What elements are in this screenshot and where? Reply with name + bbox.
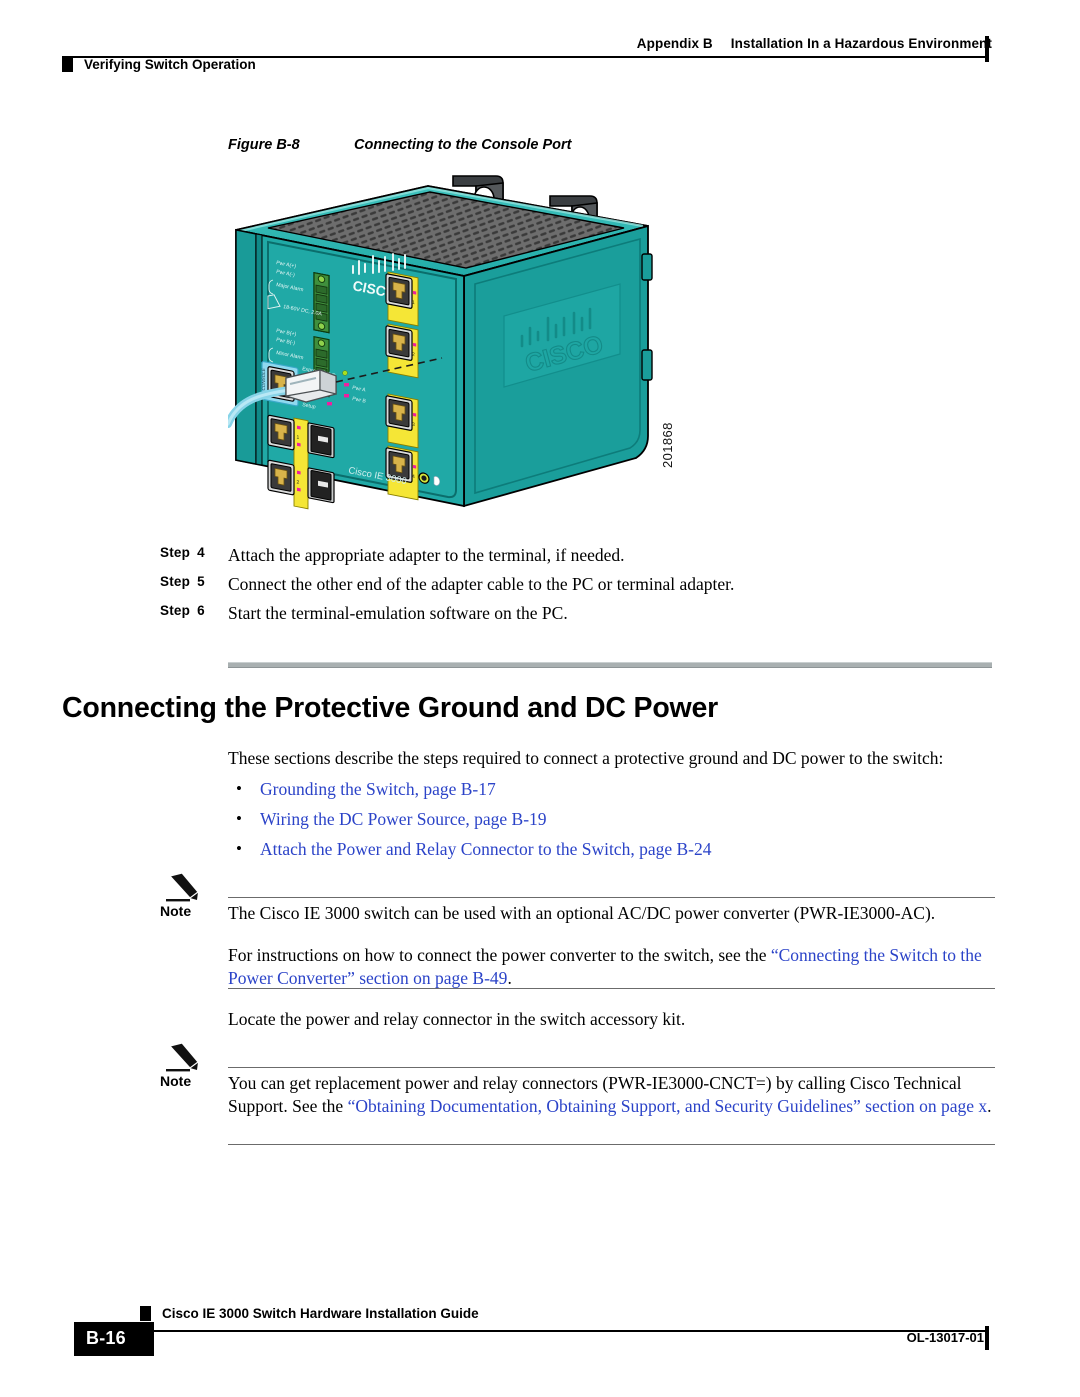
cross-reference-link-1-label[interactable]: Grounding the Switch, page B-17 (260, 779, 994, 800)
header-appendix-label: Appendix B (636, 36, 713, 51)
section-divider-rule (228, 662, 992, 668)
footer-guide-title: Cisco IE 3000 Switch Hardware Installati… (162, 1306, 479, 1321)
svg-text:2: 2 (412, 352, 415, 359)
cross-reference-link-1[interactable]: • Grounding the Switch, page B-17 (228, 779, 994, 800)
header-appendix-title: Installation In a Hazardous Environment (730, 36, 992, 51)
note-1-p2-pre: For instructions on how to connect the p… (228, 945, 771, 965)
step-4-label: Step 4 (160, 545, 205, 560)
power-terminal-block-a (313, 272, 330, 334)
note-1-top-rule (228, 897, 995, 898)
figure-artwork-console-port: CISCO Pwr A(+) Pwr A(-) Major Alarm 18-6… (224, 168, 992, 530)
note-2-top-rule (228, 1067, 995, 1068)
step-5-text: Connect the other end of the adapter cab… (228, 574, 735, 594)
svg-text:1: 1 (297, 435, 300, 442)
figure-title: Connecting to the Console Port (354, 137, 572, 153)
note-2-label: Note (160, 1073, 192, 1089)
cross-reference-link-3-label[interactable]: Attach the Power and Relay Connector to … (260, 839, 994, 860)
note-1-bottom-rule (228, 988, 995, 989)
header-endcap-mark (985, 36, 989, 62)
step-6-label: Step 6 (160, 603, 205, 618)
svg-text:1: 1 (412, 300, 415, 307)
note-pencil-icon (166, 872, 199, 902)
cross-reference-link-2-label[interactable]: Wiring the DC Power Source, page B-19 (260, 809, 994, 830)
step-6-text: Start the terminal-emulation software on… (228, 603, 568, 623)
header-appendix-line: Appendix B Installation In a Hazardous En… (637, 36, 992, 51)
svg-text:2: 2 (297, 480, 300, 487)
accessory-kit-paragraph: Locate the power and relay connector in … (228, 1009, 686, 1029)
bullet-dot-icon: • (236, 779, 242, 798)
note-2-bottom-rule (228, 1144, 995, 1145)
page-footer (0, 1290, 1080, 1360)
header-running-head: Verifying Switch Operation (84, 57, 256, 72)
note-block-2: Note You can get replacement power and r… (160, 1042, 995, 1146)
step-4-text: Attach the appropriate adapter to the te… (228, 545, 625, 565)
step-row-5: Step 5 Connect the other end of the adapt… (160, 573, 1000, 596)
figure-caption: Figure B-8 Connecting to the Console Port (228, 137, 572, 153)
footer-rule (140, 1330, 987, 1332)
note-pencil-icon (166, 1042, 199, 1072)
footer-doc-id: OL-13017-01 (906, 1330, 984, 1345)
step-row-6: Step 6 Start the terminal-emulation softw… (160, 602, 1000, 625)
svg-text:3: 3 (412, 422, 415, 429)
bullet-dot-icon: • (236, 809, 242, 828)
page-header: Appendix B Installation In a Hazardous En… (0, 0, 1080, 90)
svg-text:4: 4 (412, 474, 415, 481)
bullet-dot-icon: • (236, 839, 242, 858)
step-5-label: Step 5 (160, 574, 205, 589)
figure-number: Figure B-8 (228, 137, 300, 153)
svg-text:CONSOLE: CONSOLE (261, 368, 266, 391)
note-1-paragraph-2: For instructions on how to connect the p… (228, 944, 994, 991)
section-intro-paragraph: These sections describe the steps requir… (228, 748, 944, 768)
header-bullet-square (62, 57, 73, 72)
cross-reference-link-2[interactable]: • Wiring the DC Power Source, page B-19 (228, 809, 994, 830)
step-row-4: Step 4 Attach the appropriate adapter to … (160, 544, 1000, 567)
switch-illustration-svg: CISCO Pwr A(+) Pwr A(-) Major Alarm 18-6… (224, 175, 675, 510)
note-2-link[interactable]: “Obtaining Documentation, Obtaining Supp… (348, 1096, 988, 1116)
footer-endcap-mark (985, 1326, 989, 1350)
note-2-paragraph: You can get replacement power and relay … (228, 1072, 994, 1119)
footer-page-number: B-16 (86, 1328, 126, 1348)
cross-reference-link-3[interactable]: • Attach the Power and Relay Connector t… (228, 839, 994, 860)
note-2-post: . (987, 1096, 992, 1117)
figure-art-id: 201868 (660, 422, 675, 468)
note-1-label: Note (160, 903, 192, 919)
page-title: Connecting the Protective Ground and DC … (62, 692, 719, 724)
note-1-paragraph-1: The Cisco IE 3000 switch can be used wit… (228, 903, 936, 923)
note-block-1: Note The Cisco IE 3000 switch can be use… (160, 872, 995, 990)
note-1-p2-post: . (507, 968, 512, 989)
footer-bullet-square (140, 1306, 151, 1321)
